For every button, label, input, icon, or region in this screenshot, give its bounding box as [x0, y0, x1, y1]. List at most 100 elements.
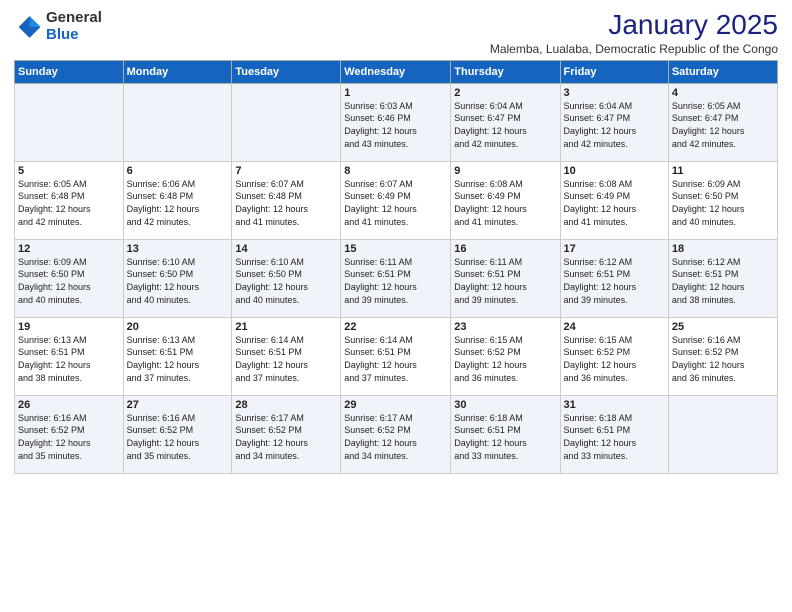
day-info-line: Daylight: 12 hours [235, 204, 308, 214]
day-info-line: Sunrise: 6:05 AM [18, 179, 87, 189]
day-info-line: and 38 minutes. [672, 295, 736, 305]
day-info: Sunrise: 6:09 AMSunset: 6:50 PMDaylight:… [18, 256, 120, 306]
day-info-line: and 41 minutes. [235, 217, 299, 227]
day-info-line: and 42 minutes. [127, 217, 191, 227]
table-row: 24Sunrise: 6:15 AMSunset: 6:52 PMDayligh… [560, 317, 668, 395]
day-info-line: and 40 minutes. [672, 217, 736, 227]
day-info: Sunrise: 6:15 AMSunset: 6:52 PMDaylight:… [564, 334, 665, 384]
day-info: Sunrise: 6:18 AMSunset: 6:51 PMDaylight:… [454, 412, 556, 462]
day-info-line: Daylight: 12 hours [18, 360, 91, 370]
day-info: Sunrise: 6:16 AMSunset: 6:52 PMDaylight:… [672, 334, 774, 384]
calendar-week-row: 26Sunrise: 6:16 AMSunset: 6:52 PMDayligh… [15, 395, 778, 473]
day-number: 24 [564, 321, 665, 333]
table-row: 7Sunrise: 6:07 AMSunset: 6:48 PMDaylight… [232, 161, 341, 239]
day-info-line: Sunset: 6:48 PM [127, 191, 194, 201]
day-info-line: Sunrise: 6:14 AM [344, 335, 413, 345]
day-info-line: Sunset: 6:50 PM [672, 191, 739, 201]
table-row: 8Sunrise: 6:07 AMSunset: 6:49 PMDaylight… [341, 161, 451, 239]
day-info-line: Sunset: 6:51 PM [564, 269, 631, 279]
day-info-line: Daylight: 12 hours [454, 204, 527, 214]
table-row: 5Sunrise: 6:05 AMSunset: 6:48 PMDaylight… [15, 161, 124, 239]
day-info-line: Daylight: 12 hours [235, 438, 308, 448]
day-info-line: and 39 minutes. [564, 295, 628, 305]
day-info-line: Daylight: 12 hours [235, 282, 308, 292]
day-info-line: Sunrise: 6:13 AM [127, 335, 196, 345]
day-number: 18 [672, 243, 774, 255]
day-info-line: Daylight: 12 hours [564, 282, 637, 292]
day-info: Sunrise: 6:14 AMSunset: 6:51 PMDaylight:… [235, 334, 337, 384]
day-info-line: Sunset: 6:51 PM [672, 269, 739, 279]
day-info-line: Sunset: 6:51 PM [454, 425, 521, 435]
table-row [123, 83, 232, 161]
table-row: 12Sunrise: 6:09 AMSunset: 6:50 PMDayligh… [15, 239, 124, 317]
day-info-line: and 38 minutes. [18, 373, 82, 383]
col-saturday: Saturday [668, 60, 777, 83]
table-row: 27Sunrise: 6:16 AMSunset: 6:52 PMDayligh… [123, 395, 232, 473]
table-row: 4Sunrise: 6:05 AMSunset: 6:47 PMDaylight… [668, 83, 777, 161]
day-number: 11 [672, 165, 774, 177]
day-info-line: Daylight: 12 hours [564, 204, 637, 214]
day-info: Sunrise: 6:12 AMSunset: 6:51 PMDaylight:… [672, 256, 774, 306]
table-row: 10Sunrise: 6:08 AMSunset: 6:49 PMDayligh… [560, 161, 668, 239]
day-info-line: Sunset: 6:52 PM [344, 425, 411, 435]
logo-icon [14, 13, 42, 41]
calendar-header-row: Sunday Monday Tuesday Wednesday Thursday… [15, 60, 778, 83]
day-info-line: and 41 minutes. [564, 217, 628, 227]
day-info-line: Sunrise: 6:16 AM [127, 413, 196, 423]
day-number: 13 [127, 243, 229, 255]
calendar-week-row: 5 Sunrise: 6:05 AM Sunset: 6:48 PM Daylight… [15, 161, 778, 239]
day-info-line: and 40 minutes. [18, 295, 82, 305]
day-info: Sunrise: 6:16 AMSunset: 6:52 PMDaylight:… [127, 412, 229, 462]
day-info-line: Sunset: 6:49 PM [344, 191, 411, 201]
day-info: Sunrise: 6:13 AMSunset: 6:51 PMDaylight:… [127, 334, 229, 384]
table-row: 20Sunrise: 6:13 AMSunset: 6:51 PMDayligh… [123, 317, 232, 395]
day-info-line: Sunrise: 6:10 AM [235, 257, 304, 267]
day-info-line: and 35 minutes. [127, 451, 191, 461]
month-title: January 2025 [490, 10, 778, 41]
day-info-line: Sunset: 6:51 PM [344, 269, 411, 279]
day-number: 8 [344, 165, 447, 177]
day-info-line: Sunrise: 6:06 AM [127, 179, 196, 189]
day-info-line: Daylight: 12 hours [127, 282, 200, 292]
day-info-line: Sunrise: 6:11 AM [454, 257, 522, 267]
day-info-line: and 42 minutes. [564, 139, 628, 149]
day-info: Sunrise: 6:03 AMSunset: 6:46 PMDaylight:… [344, 100, 447, 150]
col-friday: Friday [560, 60, 668, 83]
day-number: 29 [344, 399, 447, 411]
day-info-line: Daylight: 12 hours [672, 204, 745, 214]
day-info-line: Sunset: 6:48 PM [18, 191, 85, 201]
calendar-week-row: 19 Sunrise: 6:13 AMSunset: 6:51 PMDayligh… [15, 317, 778, 395]
day-number: 20 [127, 321, 229, 333]
day-info-line: Daylight: 12 hours [672, 360, 745, 370]
day-info: Sunrise: 6:18 AMSunset: 6:51 PMDaylight:… [564, 412, 665, 462]
day-info: Sunrise: 6:17 AMSunset: 6:52 PMDaylight:… [235, 412, 337, 462]
day-info-line: and 41 minutes. [344, 217, 408, 227]
day-info: Sunrise: 6:11 AMSunset: 6:51 PMDaylight:… [454, 256, 556, 306]
day-info: Sunrise: 6:10 AMSunset: 6:50 PMDaylight:… [127, 256, 229, 306]
day-number: 23 [454, 321, 556, 333]
day-info-line: and 41 minutes. [454, 217, 518, 227]
day-info-line: Sunrise: 6:09 AM [672, 179, 741, 189]
day-number: 15 [344, 243, 447, 255]
table-row: 31Sunrise: 6:18 AMSunset: 6:51 PMDayligh… [560, 395, 668, 473]
day-info-line: Daylight: 12 hours [454, 360, 527, 370]
day-info: Sunrise: 6:09 AM Sunset: 6:50 PM Daylight:… [672, 178, 774, 228]
day-info-line: Sunrise: 6:08 AM [454, 179, 523, 189]
day-number: 21 [235, 321, 337, 333]
day-info-line: Daylight: 12 hours [344, 438, 417, 448]
day-info-line: Sunrise: 6:11 AM [344, 257, 412, 267]
day-info-line: and 37 minutes. [235, 373, 299, 383]
day-number: 19 [18, 321, 120, 333]
day-info-line: Sunset: 6:47 PM [454, 113, 521, 123]
day-number: 25 [672, 321, 774, 333]
day-info-line: Sunrise: 6:12 AM [672, 257, 741, 267]
day-info-line: and 36 minutes. [564, 373, 628, 383]
day-info: Sunrise: 6:04 AMSunset: 6:47 PMDaylight:… [564, 100, 665, 150]
day-number: 5 [18, 165, 120, 177]
day-info-line: Sunset: 6:48 PM [235, 191, 302, 201]
day-info-line: Daylight: 12 hours [454, 126, 527, 136]
day-info-line: and 43 minutes. [344, 139, 408, 149]
day-info: Sunrise: 6:05 AMSunset: 6:47 PMDaylight:… [672, 100, 774, 150]
day-number: 9 [454, 165, 556, 177]
day-info-line: Sunset: 6:52 PM [454, 347, 521, 357]
